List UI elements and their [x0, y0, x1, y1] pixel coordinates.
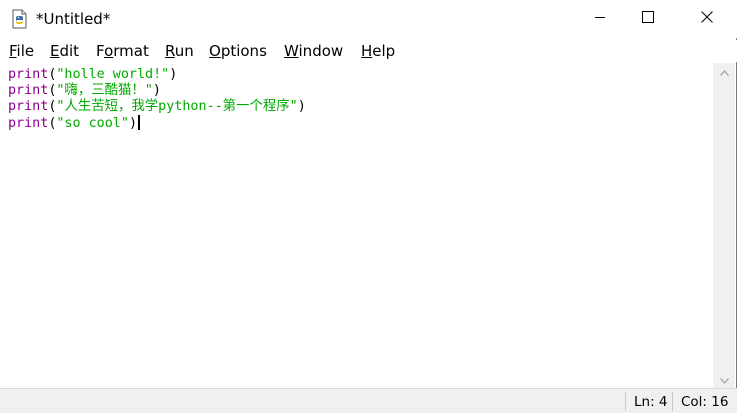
close-paren: ) [297, 99, 306, 114]
code-editor[interactable]: print("holle world!") print("嗨，三酷猫！") pr… [2, 63, 713, 388]
string-literal: "holle world!" [56, 67, 170, 82]
close-paren: ) [152, 83, 161, 98]
menu-help-label: elp [372, 42, 396, 60]
column-number-status: Col: 16 [681, 394, 729, 410]
maximize-icon [642, 10, 654, 28]
line-number-status: Ln: 4 [634, 394, 668, 410]
chevron-down-icon [719, 371, 729, 389]
close-button[interactable] [684, 0, 730, 38]
code-line[interactable]: print("so cool") [8, 115, 140, 132]
close-paren: ) [128, 116, 137, 131]
menu-edit-label: dit [59, 42, 80, 60]
menu-file[interactable]: File [9, 42, 34, 60]
string-literal: "嗨，三酷猫！" [56, 83, 153, 98]
vertical-scrollbar[interactable] [713, 63, 735, 388]
chevron-up-icon [719, 63, 729, 81]
menu-format-prefix: F [96, 42, 105, 60]
minimize-button[interactable] [577, 0, 623, 38]
status-divider [625, 392, 626, 411]
menu-window-mnemonic: W [284, 42, 299, 60]
keyword-print: print [8, 116, 49, 131]
status-bar: Ln: 4 Col: 16 [0, 388, 737, 413]
menu-run-label: un [174, 42, 194, 60]
close-icon [701, 10, 713, 28]
string-literal: "人生苦短，我学python--第一个程序" [56, 99, 298, 114]
window-title: *Untitled* [36, 10, 111, 28]
idle-file-icon[interactable] [10, 9, 30, 29]
status-divider [672, 392, 673, 411]
menu-format-label: rmat [113, 42, 149, 60]
code-line[interactable]: print("嗨，三酷猫！") [8, 83, 161, 99]
menu-help-mnemonic: H [361, 42, 373, 60]
idle-editor-window: *Untitled* File Edit Format Run Options … [0, 0, 737, 413]
menu-options[interactable]: Options [209, 42, 267, 60]
code-line[interactable]: print("人生苦短，我学python--第一个程序") [8, 99, 306, 115]
keyword-print: print [8, 99, 49, 114]
menu-format-mnemonic: o [104, 42, 114, 60]
menu-bar: File Edit Format Run Options Window Help [0, 40, 737, 62]
code-line[interactable]: print("holle world!") [8, 67, 177, 83]
menu-window[interactable]: Window [284, 42, 343, 60]
menu-file-mnemonic: F [9, 42, 17, 60]
menu-edit[interactable]: Edit [50, 42, 79, 60]
text-cursor [138, 115, 140, 130]
menu-help[interactable]: Help [361, 42, 395, 60]
menu-format[interactable]: Format [96, 42, 149, 60]
scroll-down-button[interactable] [713, 371, 735, 388]
keyword-print: print [8, 83, 49, 98]
close-paren: ) [169, 67, 178, 82]
menu-options-mnemonic: O [209, 42, 221, 60]
maximize-button[interactable] [625, 0, 671, 38]
minimize-icon [594, 10, 606, 28]
menu-run[interactable]: Run [165, 42, 194, 60]
menu-window-label: indow [298, 42, 344, 60]
string-literal: "so cool" [56, 116, 129, 131]
keyword-print: print [8, 67, 49, 82]
menu-options-label: ptions [220, 42, 267, 60]
title-bar[interactable]: *Untitled* [0, 0, 737, 38]
scroll-up-button[interactable] [713, 63, 735, 80]
menu-run-mnemonic: R [165, 42, 175, 60]
menu-file-label: ile [16, 42, 35, 60]
